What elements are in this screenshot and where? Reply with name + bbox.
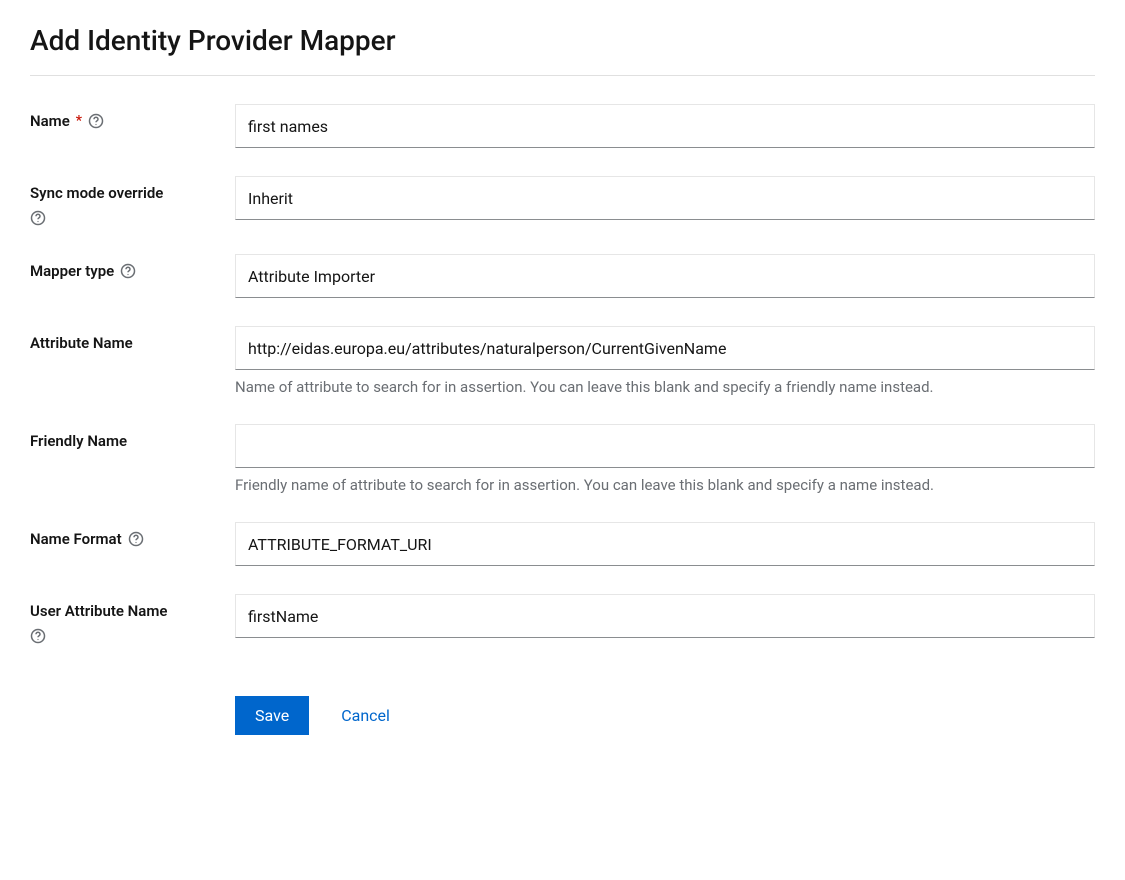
label-friendly: Friendly Name <box>30 424 235 450</box>
label-name: Name * <box>30 104 235 130</box>
user-attribute-name-input[interactable] <box>235 594 1095 638</box>
label-attr-name: Attribute Name <box>30 326 235 352</box>
help-icon-mapper-type[interactable] <box>120 263 136 279</box>
page-title: Add Identity Provider Mapper <box>30 24 1095 76</box>
name-format-select[interactable]: ATTRIBUTE_FORMAT_URI <box>235 522 1095 566</box>
mapper-type-display: Attribute Importer <box>235 254 1095 298</box>
form-row-friendly: Friendly Name Friendly name of attribute… <box>30 424 1095 494</box>
question-circle-icon <box>30 628 46 644</box>
attr-name-helper: Name of attribute to search for in asser… <box>235 378 1095 396</box>
label-user-attr: User Attribute Name <box>30 594 235 644</box>
label-text-user-attr: User Attribute Name <box>30 602 167 620</box>
friendly-helper: Friendly name of attribute to search for… <box>235 476 1095 494</box>
required-indicator: * <box>76 113 82 129</box>
mapper-type-value: Attribute Importer <box>248 267 375 286</box>
help-icon-name-format[interactable] <box>128 531 144 547</box>
help-icon-user-attr[interactable] <box>30 628 46 644</box>
button-row: Save Cancel <box>235 696 1095 735</box>
sync-mode-select[interactable]: Inherit <box>235 176 1095 220</box>
question-circle-icon <box>30 210 46 226</box>
name-input[interactable] <box>235 104 1095 148</box>
label-text-sync: Sync mode override <box>30 184 163 202</box>
label-text-mapper-type: Mapper type <box>30 262 114 280</box>
friendly-name-input[interactable] <box>235 424 1095 468</box>
label-name-format: Name Format <box>30 522 235 548</box>
form-row-name: Name * <box>30 104 1095 148</box>
label-text-friendly: Friendly Name <box>30 432 127 450</box>
label-text-attr-name: Attribute Name <box>30 334 133 352</box>
label-sync: Sync mode override <box>30 176 235 226</box>
question-circle-icon <box>128 531 144 547</box>
question-circle-icon <box>88 113 104 129</box>
save-button[interactable]: Save <box>235 696 309 735</box>
help-icon-sync[interactable] <box>30 210 46 226</box>
name-format-value: ATTRIBUTE_FORMAT_URI <box>248 535 432 554</box>
label-text-name: Name <box>30 112 70 130</box>
attribute-name-input[interactable] <box>235 326 1095 370</box>
form-row-mapper-type: Mapper type Attribute Importer <box>30 254 1095 298</box>
form-row-name-format: Name Format ATTRIBUTE_FORMAT_URI <box>30 522 1095 566</box>
label-text-name-format: Name Format <box>30 530 122 548</box>
help-icon-name[interactable] <box>88 113 104 129</box>
sync-mode-value: Inherit <box>248 189 293 208</box>
form-row-user-attr: User Attribute Name <box>30 594 1095 644</box>
cancel-button[interactable]: Cancel <box>341 696 390 735</box>
form-row-sync: Sync mode override Inherit <box>30 176 1095 226</box>
question-circle-icon <box>120 263 136 279</box>
form-row-attr-name: Attribute Name Name of attribute to sear… <box>30 326 1095 396</box>
label-mapper-type: Mapper type <box>30 254 235 280</box>
